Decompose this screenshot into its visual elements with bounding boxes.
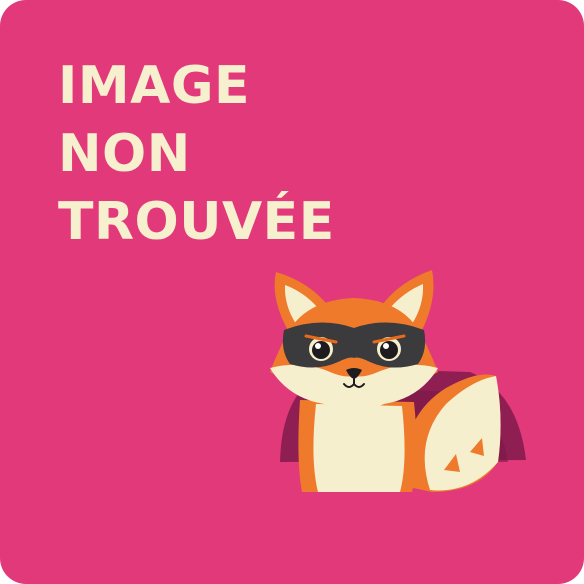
fox-chest bbox=[313, 404, 405, 492]
fox-peeking-from-hole-icon bbox=[270, 270, 526, 492]
image-not-found-card: IMAGE NON TROUVÉE bbox=[0, 0, 584, 584]
